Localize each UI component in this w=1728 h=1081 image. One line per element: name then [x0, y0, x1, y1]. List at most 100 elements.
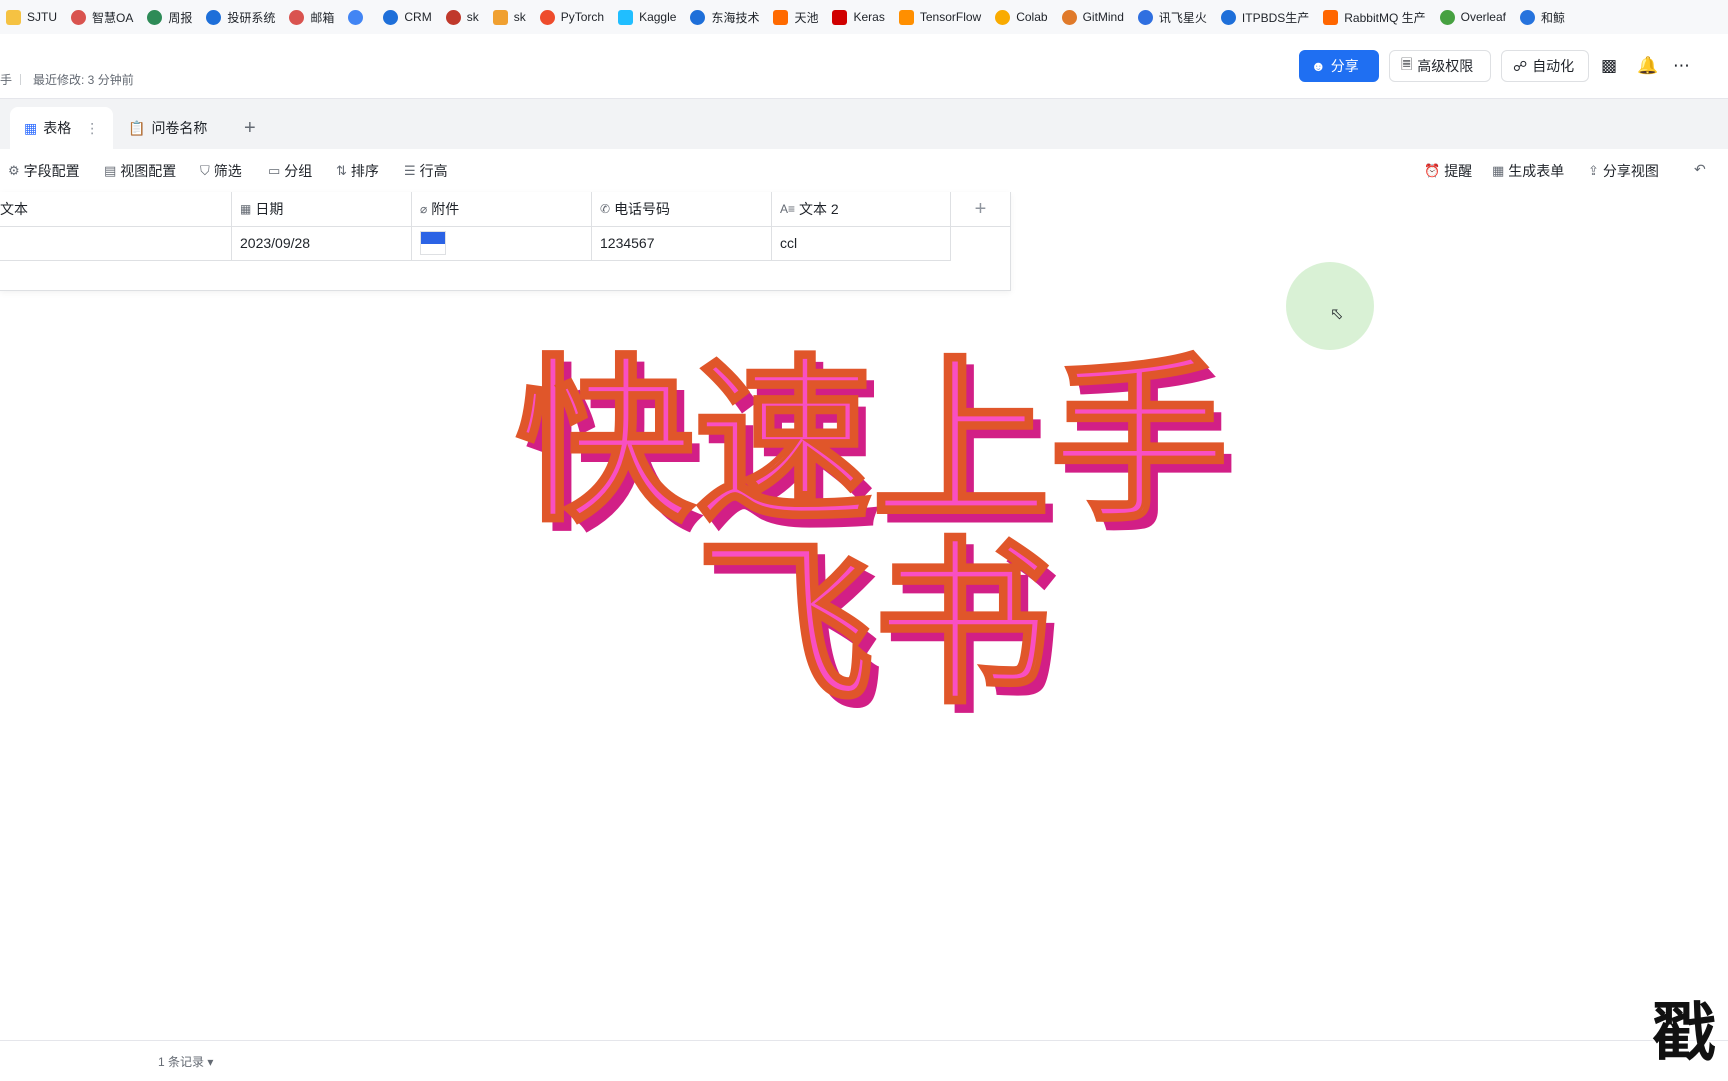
column-header-date[interactable]: ▦ 日期 — [232, 192, 412, 226]
bell-icon[interactable]: 🔔 — [1637, 56, 1658, 76]
cell-phone[interactable]: 1234567 — [592, 226, 772, 260]
column-header-phone[interactable]: ✆ 电话号码 — [592, 192, 772, 226]
bookmark-label: CRM — [404, 10, 432, 24]
mouse-pointer-icon: ⬁ — [1330, 306, 1344, 323]
reminder-button[interactable]: ⏰ 提醒 — [1424, 161, 1472, 181]
column-header-text2[interactable]: A≡ 文本 2 — [772, 192, 951, 226]
tool-label: 分享视图 — [1602, 163, 1659, 179]
site-icon — [147, 9, 163, 25]
divider — [20, 74, 22, 85]
field-config-button[interactable]: ⚙ 字段配置 — [8, 161, 80, 181]
bookmark-xinghuo[interactable]: 讯飞星火 — [1137, 9, 1207, 26]
group-icon: ▭ — [268, 163, 281, 178]
bookmark-research[interactable]: 投研系统 — [206, 9, 275, 26]
automation-label: 自动化 — [1532, 58, 1575, 74]
bookmark-sk1[interactable]: sk — [445, 9, 479, 25]
tab-more-icon[interactable]: ⋮ — [85, 120, 99, 137]
bookmark-tensorflow[interactable]: TensorFlow — [898, 9, 981, 25]
automation-button[interactable]: ☍ 自动化 — [1501, 50, 1589, 82]
filter-icon: ⛉ — [200, 163, 210, 178]
generate-form-button[interactable]: ▦ 生成表单 — [1492, 161, 1564, 181]
table-row[interactable]: 2023/09/28 1234567 ccl — [0, 226, 951, 261]
tab-form-view[interactable]: 📋 问卷名称 — [128, 107, 207, 149]
column-label: 附件 — [431, 201, 460, 217]
row-height-button[interactable]: ☰ 行高 — [404, 161, 448, 181]
bookmark-itpbds[interactable]: ITPBDS生产 — [1220, 9, 1309, 26]
bookmark-keras[interactable]: Keras — [832, 9, 885, 25]
bookmark-label: Keras — [853, 10, 885, 24]
overlay-title-line1: 快速上手 — [515, 339, 1230, 546]
calendar-icon: ▦ — [240, 202, 252, 216]
bookmark-label: sk — [466, 10, 479, 24]
column-header-text[interactable]: 文本 — [0, 192, 232, 226]
share-view-button[interactable]: ⇪ 分享视图 — [1588, 161, 1659, 181]
cell-attachment[interactable] — [412, 226, 592, 260]
bookmark-sjtu[interactable]: SJTU — [6, 9, 57, 25]
tab-table-view[interactable]: ▦ 表格 ⋮ — [10, 107, 114, 149]
bookmark-label: Kaggle — [639, 10, 677, 24]
chrome-icon — [348, 9, 364, 25]
bookmark-label: 和鲸 — [1540, 10, 1565, 25]
watermark-glyph: 戳 — [1652, 997, 1716, 1069]
bookmark-label: 周报 — [168, 10, 193, 25]
attachment-thumbnail[interactable] — [420, 231, 446, 255]
bookmark-label: 智慧OA — [92, 10, 134, 25]
bookmark-donghai[interactable]: 东海技术 — [690, 9, 759, 26]
undo-icon[interactable]: ↶ — [1694, 161, 1706, 178]
bookmark-oa[interactable]: 智慧OA — [71, 9, 133, 26]
more-icon[interactable]: ⋯ — [1673, 56, 1690, 76]
bookmark-label: 邮箱 — [310, 10, 335, 25]
phone-icon: ✆ — [600, 202, 611, 216]
cell-date[interactable]: 2023/09/28 — [232, 226, 412, 260]
keras-icon — [832, 9, 848, 25]
bookmark-label: 投研系统 — [227, 10, 276, 25]
bookmark-label: RabbitMQ 生产 — [1344, 10, 1426, 25]
site-icon — [289, 9, 305, 25]
bookmark-rabbitmq[interactable]: RabbitMQ 生产 — [1323, 9, 1426, 26]
bookmark-overleaf[interactable]: Overleaf — [1439, 9, 1506, 25]
bookmark-weekly[interactable]: 周报 — [147, 9, 192, 26]
view-tabs: ▦ 表格 ⋮ 📋 问卷名称 + — [0, 99, 1728, 149]
add-view-button[interactable]: + — [244, 107, 256, 149]
tab-label: 问卷名称 — [151, 120, 208, 136]
view-settings-icon: ▤ — [104, 163, 117, 178]
filter-button[interactable]: ⛉ 筛选 — [200, 161, 242, 181]
cell-text[interactable] — [0, 226, 232, 260]
bookmark-mail[interactable]: 邮箱 — [289, 9, 334, 26]
bookmark-chrome[interactable] — [348, 9, 369, 25]
paperclip-icon: ⌀ — [420, 202, 428, 216]
site-icon — [71, 9, 86, 25]
bookmark-tianchi[interactable]: 天池 — [773, 9, 818, 26]
record-count-dropdown[interactable]: 1 条记录 ▾ — [158, 1053, 213, 1070]
lock-doc-icon: 🗏 — [1401, 56, 1413, 72]
advanced-permissions-button[interactable]: 🗏 高级权限 — [1389, 50, 1491, 82]
view-config-button[interactable]: ▤ 视图配置 — [104, 161, 176, 181]
bookmark-heywhale[interactable]: 和鲸 — [1519, 9, 1565, 26]
column-label: 文本 — [0, 201, 28, 217]
row-height-icon: ☰ — [404, 163, 416, 178]
edge-icon — [206, 9, 222, 25]
bookmark-sk2[interactable]: sk — [492, 9, 526, 25]
add-column-button[interactable]: + — [951, 192, 1010, 226]
group-button[interactable]: ▭ 分组 — [268, 161, 312, 181]
pytorch-icon — [539, 9, 555, 25]
header-row: 文本 ▦ 日期 ⌀ 附件 ✆ 电话号码 A≡ 文本 2 + — [0, 192, 1010, 227]
bookmark-kaggle[interactable]: Kaggle — [618, 9, 677, 25]
overlay-title-line2: 飞书 — [695, 521, 1054, 728]
column-label: 文本 2 — [799, 201, 839, 217]
edge-icon — [383, 9, 399, 25]
bookmark-gitmind[interactable]: GitMind — [1061, 9, 1124, 25]
column-header-attachment[interactable]: ⌀ 附件 — [412, 192, 592, 226]
tool-label: 筛选 — [213, 163, 242, 179]
document-header: 手 最近修改: 3 分钟前 ☻ 分享 🗏 高级权限 ☍ 自动化 ▩ 🔔 ⋯ — [0, 34, 1728, 99]
bookmark-pytorch[interactable]: PyTorch — [539, 9, 604, 25]
sort-button[interactable]: ⇅ 排序 — [336, 161, 379, 181]
tool-label: 提醒 — [1444, 163, 1473, 179]
present-icon[interactable]: ▩ — [1601, 56, 1617, 76]
bookmark-colab[interactable]: Colab — [995, 9, 1048, 25]
share-button[interactable]: ☻ 分享 — [1299, 50, 1379, 82]
cell-text2[interactable]: ccl — [772, 226, 951, 260]
bookmark-crm[interactable]: CRM — [383, 9, 432, 25]
bookmark-label: Colab — [1016, 10, 1048, 24]
doc-title-truncated[interactable]: 手 — [0, 71, 12, 88]
